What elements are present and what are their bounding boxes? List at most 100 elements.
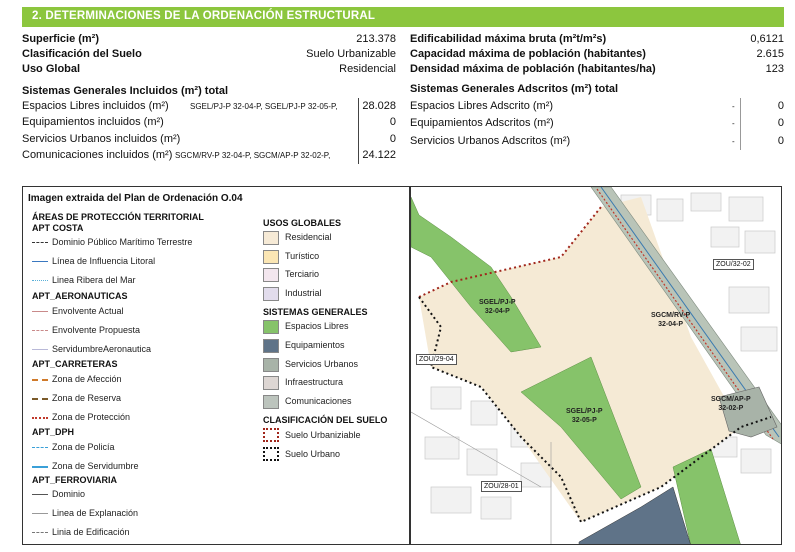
- swatch-equipamientos: [263, 339, 279, 353]
- sg-incl-row-value: 0: [389, 133, 396, 145]
- map-panel: ZOU/32-02 ZOU/29-04 ZOU/28-01 SGEL/PJ-P 3…: [410, 186, 782, 545]
- line-symbol: [32, 311, 48, 312]
- sg-incl-row-label: Comunicaciones incluidos (m²): [22, 149, 173, 161]
- sg-incl-row-label: Equipamientos incluidos (m²): [22, 116, 164, 128]
- sg-adscritos-title: Sistemas Generales Adscritos (m²) total: [410, 83, 619, 95]
- sg-incluidos-title: Sistemas Generales Incluidos (m²) total: [22, 85, 229, 97]
- swatch-suelo-urbanizable: [263, 428, 279, 442]
- line-symbol: [32, 513, 48, 514]
- clasif-heading: CLASIFICACIÓN DEL SUELO: [263, 415, 388, 425]
- line-symbol: [32, 398, 48, 400]
- legend-item: Espacios Libres: [285, 321, 349, 331]
- legend-item: Zona de Reserva: [52, 393, 122, 403]
- map-zou-label: ZOU/28-01: [481, 481, 522, 492]
- sg-ads-row-dash: -: [732, 102, 735, 111]
- legend-title: Imagen extraida del Plan de Ordenación O…: [28, 193, 243, 204]
- legend-item: Residencial: [285, 232, 332, 242]
- usos-heading: USOS GLOBALES: [263, 218, 342, 228]
- legend-item: Servicios Urbanos: [285, 359, 359, 369]
- sg-ads-row-value: 0: [777, 100, 784, 112]
- legend-item: ServidumbreAeronautica: [52, 344, 152, 354]
- swatch-espacios-libres: [263, 320, 279, 334]
- legend-item: Dominio: [52, 489, 86, 499]
- legend-item: Dominio Público Marítimo Terrestre: [52, 237, 193, 247]
- apt-costa-heading: APT COSTA: [32, 223, 84, 233]
- legend-item: Linea de Explanación: [52, 508, 139, 518]
- line-symbol: [32, 280, 48, 281]
- dph-heading: APT_DPH: [32, 427, 75, 437]
- legend-item: Turístico: [285, 251, 320, 261]
- column-divider: [358, 98, 359, 164]
- legend-item: Equipamientos: [285, 340, 345, 350]
- section-title: 2. DETERMINACIONES DE LA ORDENACIÓN ESTR…: [32, 10, 376, 22]
- swatch-comunicaciones: [263, 395, 279, 409]
- legend-item: Infraestructura: [285, 377, 344, 387]
- swatch-servicios-urbanos: [263, 358, 279, 372]
- edificabilidad-value: 0,6121: [750, 33, 784, 45]
- map-sgel-label: SGEL/PJ-P 32-04-P: [479, 299, 516, 315]
- line-symbol: [32, 532, 48, 533]
- legend-item: Zona de Afección: [52, 374, 122, 384]
- line-symbol: [32, 494, 48, 495]
- clasificacion-value: Suelo Urbanizable: [306, 48, 396, 60]
- legend-item: Línea de Influencia Litoral: [52, 256, 156, 266]
- map-zou-label: ZOU/32-02: [713, 259, 754, 270]
- line-symbol: [32, 417, 48, 419]
- uso-global-value: Residencial: [339, 63, 396, 75]
- densidad-label: Densidad máxima de población (habitantes…: [410, 63, 656, 75]
- map-sgel-label: SGEL/PJ-P 32-05-P: [566, 408, 603, 424]
- sg-incl-row-label: Espacios Libres incluidos (m²): [22, 100, 169, 112]
- swatch-turistico: [263, 250, 279, 264]
- line-symbol: [32, 330, 48, 331]
- swatch-industrial: [263, 287, 279, 301]
- legend-item: Industrial: [285, 288, 322, 298]
- legend-item: Terciario: [285, 269, 320, 279]
- aero-heading: APT_AERONAUTICAS: [32, 291, 128, 301]
- legend-item: Envolvente Actual: [52, 306, 124, 316]
- apt-heading: ÁREAS DE PROTECCIÓN TERRITORIAL: [32, 212, 204, 222]
- map-sgcm-label: SGCM/RV-P 32-04-P: [651, 312, 691, 328]
- superficie-label: Superficie (m²): [22, 33, 100, 45]
- sg-incl-row-value: 24.122: [362, 149, 396, 161]
- legend-item: Zona de Protección: [52, 412, 131, 422]
- map-drawing: [411, 187, 781, 544]
- legend-item: Suelo Urbaniziable: [285, 430, 361, 440]
- legend-item: Envolvente Propuesta: [52, 325, 141, 335]
- sg-ads-row-dash: -: [732, 119, 735, 128]
- line-symbol: [32, 261, 48, 262]
- sg-incl-row-value: 28.028: [362, 100, 396, 112]
- legend-item: Zona de Servidumbre: [52, 461, 139, 471]
- line-symbol: [32, 466, 48, 468]
- line-symbol: [32, 349, 48, 350]
- densidad-value: 123: [765, 63, 784, 75]
- legend-item: Suelo Urbano: [285, 449, 341, 459]
- sg-incl-row-codes: SGCM/RV-P 32-04-P, SGCM/AP-P 32-02-P,: [175, 151, 331, 160]
- sg-ads-row-label: Equipamientos Adscritos (m²): [410, 117, 554, 129]
- swatch-terciario: [263, 268, 279, 282]
- clasificacion-label: Clasificación del Suelo: [22, 48, 142, 60]
- sg-ads-row-value: 0: [777, 117, 784, 129]
- sg-ads-row-dash: -: [732, 137, 735, 146]
- map-sgcm-label: SGCM/AP-P 32-02-P: [711, 396, 751, 412]
- legend-item: Linia de Edificación: [52, 527, 130, 537]
- sg-incl-row-codes: SGEL/PJ-P 32-04-P, SGEL/PJ-P 32-05-P,: [190, 102, 338, 111]
- column-divider: [740, 98, 741, 150]
- sg-ads-row-label: Servicios Urbanos Adscritos (m²): [410, 135, 571, 147]
- ferro-heading: APT_FERROVIARIA: [32, 475, 118, 485]
- legend-item: Linea Ribera del Mar: [52, 275, 136, 285]
- sg-ads-row-value: 0: [777, 135, 784, 147]
- swatch-residencial: [263, 231, 279, 245]
- swatch-infraestructura: [263, 376, 279, 390]
- sg-incl-row-label: Servicios Urbanos incluidos (m²): [22, 133, 181, 145]
- sg-ads-row-label: Espacios Libres Adscrito (m²): [410, 100, 554, 112]
- legend-panel: Imagen extraida del Plan de Ordenación O…: [22, 186, 410, 545]
- capacidad-value: 2.615: [756, 48, 784, 60]
- legend-item: Comunicaciones: [285, 396, 352, 406]
- swatch-suelo-urbano: [263, 447, 279, 461]
- line-symbol: [32, 447, 48, 448]
- capacidad-label: Capacidad máxima de población (habitante…: [410, 48, 646, 60]
- sg-incl-row-value: 0: [389, 116, 396, 128]
- edificabilidad-label: Edificabilidad máxima bruta (m²t/m²s): [410, 33, 607, 45]
- line-symbol: [32, 379, 48, 381]
- sg-heading: SISTEMAS GENERALES: [263, 307, 368, 317]
